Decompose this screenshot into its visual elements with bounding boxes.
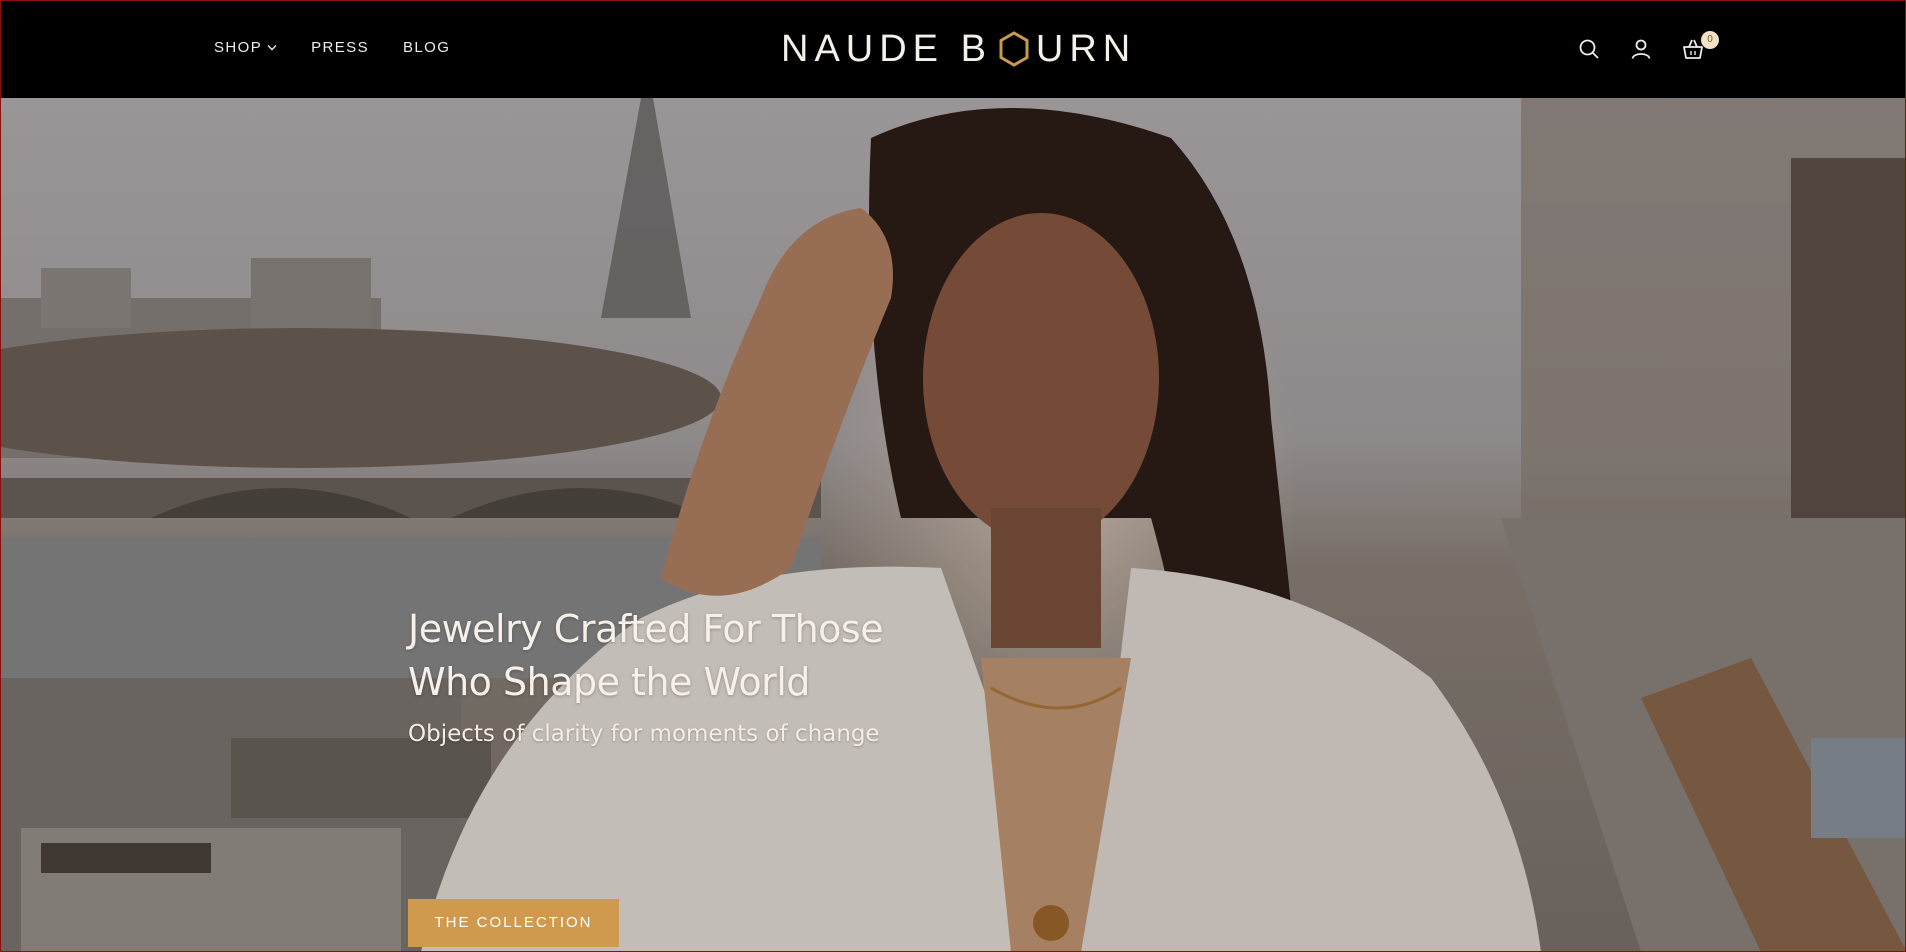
hero-content: Jewelry Crafted For Those Who Shape the …	[408, 603, 968, 947]
main-nav: SHOP PRESS BLOG	[214, 39, 450, 56]
hero-overlay	[1, 98, 1905, 951]
hero-title: Jewelry Crafted For Those Who Shape the …	[408, 607, 884, 704]
brand-logo[interactable]: NAUDE B URN	[781, 27, 1137, 70]
nav-blog[interactable]: BLOG	[403, 39, 450, 56]
search-icon[interactable]	[1577, 37, 1601, 61]
logo-text-left: NAUDE B	[781, 27, 992, 70]
nav-shop[interactable]: SHOP	[214, 39, 277, 56]
nav-press[interactable]: PRESS	[311, 39, 369, 56]
hero-banner: Jewelry Crafted For Those Who Shape the …	[0, 98, 1906, 952]
account-icon[interactable]	[1629, 37, 1653, 61]
header-icons: 0	[1577, 31, 1719, 61]
hero-subtitle: Objects of clarity for moments of change	[408, 721, 880, 747]
logo-text-right: URN	[1035, 27, 1137, 70]
hexagon-logo-mark	[999, 31, 1029, 67]
chevron-down-icon	[267, 45, 277, 51]
site-header: SHOP PRESS BLOG NAUDE B URN 0	[0, 0, 1906, 98]
nav-shop-label: SHOP	[214, 39, 263, 56]
collection-button[interactable]: THE COLLECTION	[408, 899, 619, 947]
cart-count-badge: 0	[1701, 31, 1719, 49]
cart-icon[interactable]: 0	[1681, 31, 1719, 61]
